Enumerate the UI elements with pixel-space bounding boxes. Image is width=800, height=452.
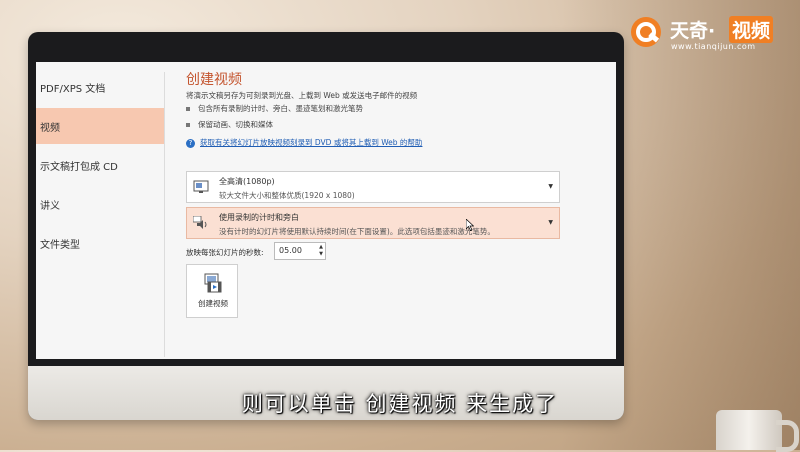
sidebar-item-label: 文件类型 — [40, 239, 80, 251]
stepper-down-icon[interactable]: ▼ — [319, 251, 323, 257]
video-subtitle: 则可以单击 创建视频 来生成了 — [241, 392, 559, 416]
seconds-label: 放映每张幻灯片的秒数: — [186, 248, 264, 257]
bullet-item: 保留动画、切换和媒体 — [186, 119, 273, 130]
sidebar-item-handouts[interactable]: 讲义 — [36, 186, 164, 222]
sidebar-item-label: PDF/XPS 文档 — [40, 83, 106, 95]
sidebar-item-label: 示文稿打包成 CD — [40, 161, 118, 173]
logo-url: www.tianqijun.com — [671, 42, 756, 51]
logo-icon — [631, 17, 661, 47]
quality-main-text: 全高清(1080p) — [219, 177, 275, 186]
timing-dropdown[interactable]: 使用录制的计时和旁白 没有计时的幻灯片将使用默认持续时间(在下面设置)。此选项包… — [186, 207, 560, 239]
quality-dropdown[interactable]: 全高清(1080p) 较大文件大小和整体优质(1920 x 1080) ▼ — [186, 171, 560, 203]
bullet-icon — [186, 107, 190, 111]
panel-description: 将演示文稿另存为可刻录到光盘、上载到 Web 或发送电子邮件的视频 — [186, 91, 418, 100]
timing-sub-text: 没有计时的幻灯片将使用默认持续时间(在下面设置)。此选项包括墨迹和激光笔势。 — [219, 227, 495, 236]
bullet-icon — [186, 123, 190, 127]
sidebar-item-package-cd[interactable]: 示文稿打包成 CD — [36, 147, 164, 183]
quality-sub-text: 较大文件大小和整体优质(1920 x 1080) — [219, 191, 355, 200]
speaker-icon — [193, 216, 207, 229]
brand-logo: 天奇· 视频 www.tianqijun.com — [629, 14, 789, 58]
bullet-text: 保留动画、切换和媒体 — [198, 120, 273, 129]
create-video-button[interactable]: 创建视频 — [186, 264, 238, 318]
video-icon — [204, 273, 222, 293]
sidebar-item-label: 讲义 — [40, 200, 60, 212]
create-video-label: 创建视频 — [198, 299, 228, 308]
screen: PDF/XPS 文档 视频 示文稿打包成 CD 讲义 文件类型 创建视频 将演示… — [36, 62, 616, 359]
display-icon — [193, 180, 209, 193]
chevron-down-icon: ▼ — [548, 219, 553, 226]
sidebar-divider — [164, 72, 165, 357]
sidebar-item-file-type[interactable]: 文件类型 — [36, 225, 164, 261]
export-sidebar: PDF/XPS 文档 视频 示文稿打包成 CD 讲义 文件类型 — [36, 62, 164, 359]
page-title: 创建视频 — [186, 72, 242, 88]
seconds-stepper[interactable]: 05.00 ▲ ▼ — [274, 242, 326, 260]
sidebar-item-video[interactable]: 视频 — [36, 108, 164, 144]
seconds-value: 05.00 — [279, 246, 302, 255]
mouse-cursor-icon — [466, 219, 474, 231]
help-icon: ? — [186, 138, 195, 148]
create-video-panel: 创建视频 将演示文稿另存为可刻录到光盘、上载到 Web 或发送电子邮件的视频 包… — [166, 62, 616, 359]
logo-text-part2: 视频 — [729, 16, 774, 43]
bullet-text: 包含所有录制的计时、旁白、墨迹笔划和激光笔势 — [198, 104, 363, 113]
sidebar-item-pdf-xps[interactable]: PDF/XPS 文档 — [36, 69, 164, 105]
logo-text-part1: 天奇· — [670, 20, 716, 42]
stepper-up-icon[interactable]: ▲ — [319, 244, 323, 250]
help-link[interactable]: ? 获取有关将幻灯片放映视频刻录到 DVD 或将其上载到 Web 的帮助 — [186, 137, 422, 148]
sidebar-item-label: 视频 — [40, 122, 60, 134]
chevron-down-icon: ▼ — [548, 183, 553, 190]
bullet-item: 包含所有录制的计时、旁白、墨迹笔划和激光笔势 — [186, 103, 363, 114]
help-link-text: 获取有关将幻灯片放映视频刻录到 DVD 或将其上载到 Web 的帮助 — [200, 138, 423, 147]
coffee-mug-handle — [776, 420, 799, 452]
timing-main-text: 使用录制的计时和旁白 — [219, 213, 299, 222]
